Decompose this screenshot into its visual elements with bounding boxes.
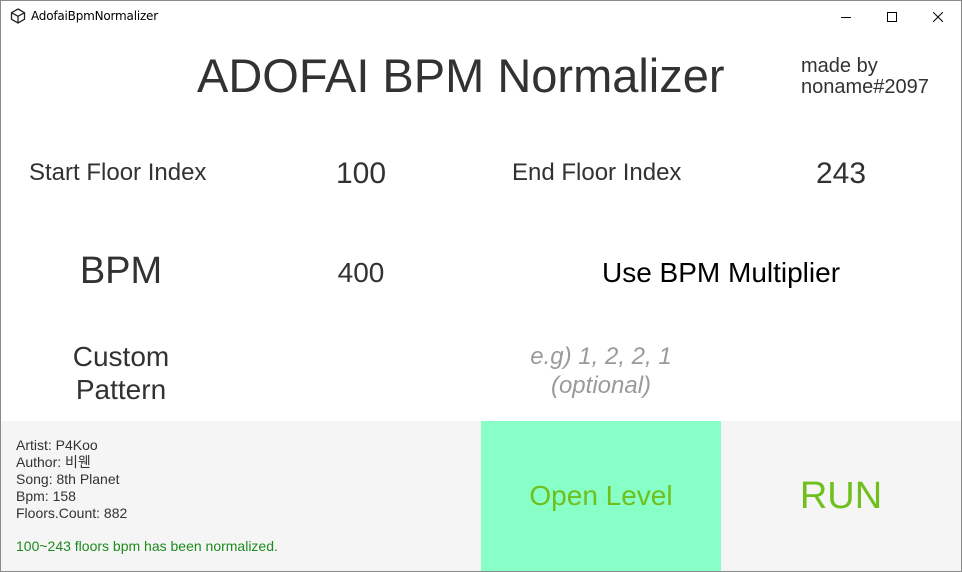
song-bpm-text: Bpm: 158 (16, 488, 76, 504)
bpm-label: BPM (79, 250, 163, 292)
open-level-label: Open Level (529, 480, 673, 511)
title-bar[interactable]: AdofaiBpmNormalizer (1, 1, 961, 32)
close-button[interactable] (915, 1, 961, 32)
status-message: 100~243 floors bpm has been normalized. (16, 538, 278, 554)
credit-text: made by noname#2097 (801, 56, 951, 98)
run-button[interactable]: RUN (721, 421, 961, 571)
unity-icon (10, 8, 26, 24)
start-floor-input[interactable]: 100 (301, 157, 421, 191)
custom-pattern-input[interactable] (481, 342, 721, 406)
use-bpm-multiplier-toggle[interactable]: Use BPM Multiplier (571, 257, 871, 289)
open-level-button[interactable]: Open Level (481, 421, 721, 571)
credit-line-1: made by (801, 55, 878, 77)
maximize-icon (887, 11, 897, 22)
close-icon (933, 11, 943, 22)
custom-pattern-label-line-2: Pattern (75, 374, 167, 405)
song-text: Song: 8th Planet (16, 471, 120, 487)
author-text: Author: 비웬 (16, 454, 91, 470)
minimize-button[interactable] (823, 1, 869, 32)
page-title: ADOFAI BPM Normalizer (197, 49, 725, 102)
custom-pattern-label: Custom Pattern (41, 340, 201, 406)
end-floor-label: End Floor Index (512, 159, 682, 186)
bpm-input[interactable]: 400 (301, 257, 421, 289)
end-floor-input[interactable]: 243 (781, 157, 901, 191)
maximize-button[interactable] (869, 1, 915, 32)
artist-text: Artist: P4Koo (16, 437, 98, 453)
start-floor-label: Start Floor Index (29, 159, 207, 186)
level-info-panel: Artist: P4Koo Author: 비웬 Song: 8th Plane… (1, 421, 481, 571)
run-label: RUN (799, 474, 883, 517)
custom-pattern-label-line-1: Custom (72, 341, 170, 372)
window-title: AdofaiBpmNormalizer (31, 9, 158, 23)
floors-count-text: Floors.Count: 882 (16, 505, 128, 521)
credit-line-2: noname#2097 (801, 76, 929, 98)
app-window: AdofaiBpmNormalizer ADOFAI BPM Normalize… (0, 0, 962, 572)
minimize-icon (841, 12, 851, 22)
